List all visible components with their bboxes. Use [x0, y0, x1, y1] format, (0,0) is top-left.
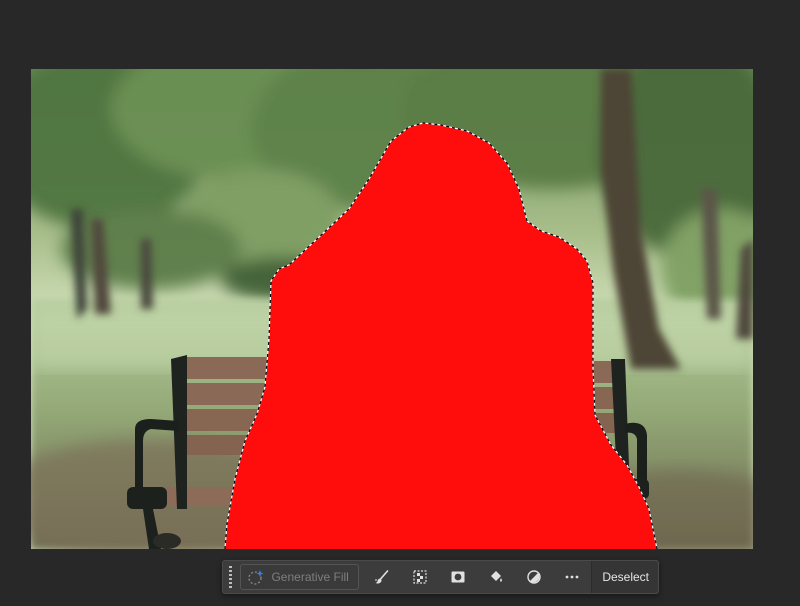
workspace: Generative Fill Deselect [0, 0, 800, 606]
document-canvas[interactable] [31, 69, 753, 549]
generative-fill-button[interactable]: Generative Fill [240, 564, 360, 590]
refine-brush-button[interactable] [363, 562, 401, 592]
generative-fill-icon [248, 570, 264, 585]
brush-refine-icon [375, 570, 389, 584]
drag-handle[interactable] [225, 561, 236, 593]
grip-icon [229, 566, 233, 588]
more-icon [565, 575, 579, 579]
deselect-button[interactable]: Deselect [591, 561, 658, 593]
fill-selection-button[interactable] [477, 562, 515, 592]
paint-bucket-icon [491, 571, 503, 582]
deselect-label: Deselect [602, 570, 649, 584]
park-bench-photo [31, 69, 753, 549]
add-mask-button[interactable] [439, 562, 477, 592]
taskbar-tools [363, 562, 591, 592]
adjustment-layer-button[interactable] [515, 562, 553, 592]
adjustment-icon [527, 570, 542, 584]
generative-fill-label: Generative Fill [271, 570, 349, 584]
mask-icon [451, 571, 465, 583]
select-subject-button[interactable] [401, 562, 439, 592]
contextual-task-bar: Generative Fill Deselect [222, 560, 659, 594]
select-subject-icon [413, 570, 427, 584]
more-options-button[interactable] [553, 562, 591, 592]
